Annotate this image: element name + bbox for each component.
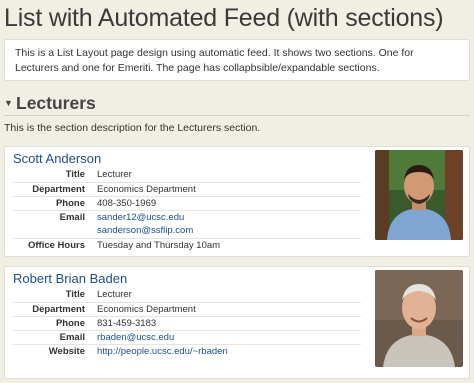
- detail-value: sanderson@ssflip.com: [93, 224, 361, 239]
- detail-value: http://people.ucsc.edu/~rbaden: [93, 344, 361, 358]
- page-title: List with Automated Feed (with sections): [4, 4, 444, 32]
- detail-label: Office Hours: [27, 239, 85, 251]
- person-details: Title Lecturer Department Economics Depa…: [13, 168, 361, 252]
- detail-label: [13, 224, 93, 239]
- email-link[interactable]: rbaden@ucsc.edu: [97, 332, 174, 343]
- detail-row: Phone 408-350-1969: [13, 196, 361, 211]
- detail-value: Tuesday and Thursday 10am: [97, 239, 221, 251]
- collapse-triangle-icon[interactable]: ▼: [4, 93, 16, 113]
- email-link[interactable]: sander12@ucsc.edu: [97, 212, 184, 223]
- portrait-image: [375, 150, 463, 240]
- detail-label: Title: [13, 168, 93, 183]
- detail-row: Email rbaden@ucsc.edu: [13, 330, 361, 345]
- portrait-image: [375, 270, 463, 367]
- person-photo: [375, 270, 463, 367]
- detail-row: Department Economics Department: [13, 182, 361, 197]
- detail-row: Phone 831-459-3183: [13, 316, 361, 331]
- section-description: This is the section description for the …: [4, 122, 261, 134]
- section-divider: [4, 115, 470, 116]
- detail-row: sanderson@ssflip.com: [13, 224, 361, 239]
- person-card: Robert Brian Baden Title Lecturer Depart…: [4, 266, 470, 379]
- detail-row: Email sander12@ucsc.edu: [13, 210, 361, 224]
- detail-row: Website http://people.ucsc.edu/~rbaden: [13, 344, 361, 358]
- intro-text: This is a List Layout page design using …: [15, 47, 414, 74]
- detail-label: Title: [13, 288, 93, 303]
- detail-label: Department: [13, 182, 93, 197]
- section-toggle-lecturers[interactable]: ▼ Lecturers: [4, 93, 96, 113]
- detail-value: Lecturer: [93, 288, 361, 303]
- section-title[interactable]: Lecturers: [16, 93, 96, 114]
- detail-label: Email: [59, 211, 85, 223]
- website-link[interactable]: http://people.ucsc.edu/~rbaden: [97, 346, 228, 357]
- person-name-link[interactable]: Robert Brian Baden: [13, 271, 127, 286]
- detail-value: rbaden@ucsc.edu: [93, 330, 361, 345]
- email-link[interactable]: sanderson@ssflip.com: [97, 225, 193, 236]
- person-card: Scott Anderson Title Lecturer Department…: [4, 146, 470, 257]
- detail-row: Office Hours Tuesday and Thursday 10am: [13, 238, 361, 252]
- detail-value: 831-459-3183: [93, 316, 361, 331]
- detail-row: Title Lecturer: [13, 168, 361, 183]
- detail-label: Website: [48, 345, 85, 357]
- detail-label: Department: [13, 302, 93, 317]
- person-name-link[interactable]: Scott Anderson: [13, 151, 101, 166]
- detail-label: Phone: [13, 196, 93, 211]
- detail-value: sander12@ucsc.edu: [93, 210, 361, 224]
- person-details: Title Lecturer Department Economics Depa…: [13, 288, 361, 358]
- detail-value: Economics Department: [93, 302, 361, 317]
- intro-box: This is a List Layout page design using …: [4, 39, 470, 81]
- person-photo: [375, 150, 463, 240]
- detail-row: Department Economics Department: [13, 302, 361, 317]
- detail-row: Title Lecturer: [13, 288, 361, 303]
- detail-label: Email: [13, 330, 93, 345]
- detail-label: Phone: [13, 316, 93, 331]
- detail-value: Economics Department: [93, 182, 361, 197]
- detail-value: 408-350-1969: [93, 196, 361, 211]
- detail-value: Lecturer: [93, 168, 361, 183]
